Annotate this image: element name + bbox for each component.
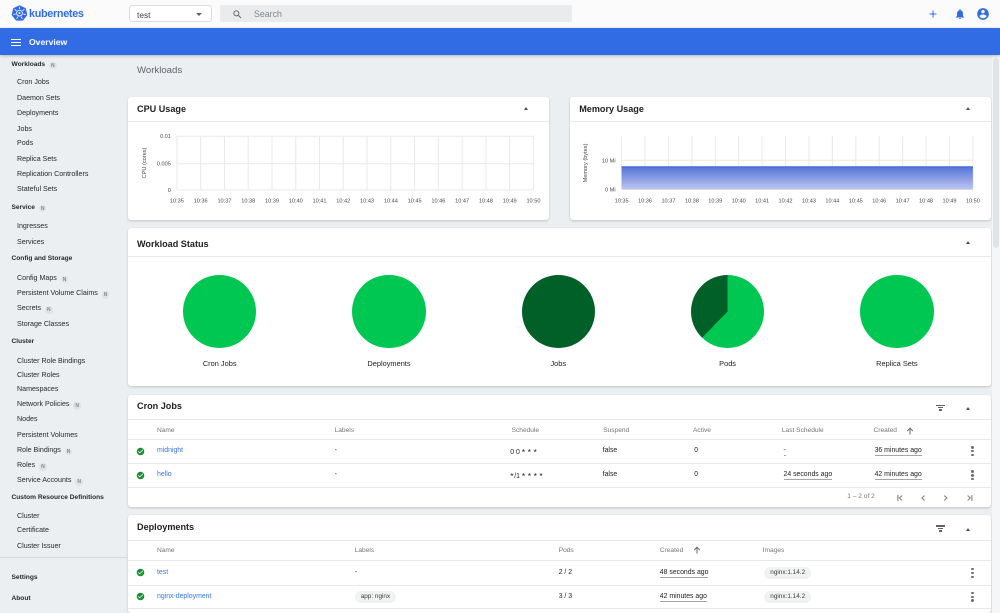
svg-text:10:50: 10:50 [966, 198, 980, 204]
svg-text:10:42: 10:42 [336, 198, 350, 204]
svg-text:10:47: 10:47 [895, 198, 909, 204]
svg-text:10:37: 10:37 [661, 198, 675, 204]
svg-text:10:38: 10:38 [685, 198, 699, 204]
svg-text:0.005: 0.005 [156, 161, 170, 167]
svg-text:Memory (bytes): Memory (bytes) [583, 143, 589, 182]
svg-text:10:50: 10:50 [526, 198, 540, 204]
svg-text:0.01: 0.01 [160, 134, 171, 140]
svg-text:10:35: 10:35 [614, 198, 628, 204]
svg-text:10:35: 10:35 [169, 198, 183, 204]
svg-text:10:43: 10:43 [360, 198, 374, 204]
svg-text:10:48: 10:48 [478, 198, 492, 204]
svg-text:0 Mi: 0 Mi [605, 187, 616, 193]
svg-text:CPU (cores): CPU (cores) [142, 147, 148, 178]
svg-text:10:48: 10:48 [919, 198, 933, 204]
svg-text:10:44: 10:44 [825, 198, 839, 204]
svg-text:10:39: 10:39 [264, 198, 278, 204]
svg-text:10:40: 10:40 [731, 198, 745, 204]
svg-text:10:44: 10:44 [383, 198, 397, 204]
svg-text:10:41: 10:41 [312, 198, 326, 204]
svg-text:10:37: 10:37 [217, 198, 231, 204]
svg-text:10:40: 10:40 [288, 198, 302, 204]
svg-text:10:49: 10:49 [942, 198, 956, 204]
svg-text:10:36: 10:36 [193, 198, 207, 204]
svg-text:10:36: 10:36 [638, 198, 652, 204]
svg-text:10:39: 10:39 [708, 198, 722, 204]
svg-text:10:46: 10:46 [431, 198, 445, 204]
svg-text:10:46: 10:46 [872, 198, 886, 204]
svg-text:10 Mi: 10 Mi [602, 158, 616, 164]
svg-text:10:45: 10:45 [848, 198, 862, 204]
svg-text:10:41: 10:41 [755, 198, 769, 204]
svg-text:10:45: 10:45 [407, 198, 421, 204]
svg-text:0: 0 [167, 187, 170, 193]
svg-text:10:38: 10:38 [241, 198, 255, 204]
svg-text:10:47: 10:47 [455, 198, 469, 204]
svg-text:10:49: 10:49 [502, 198, 516, 204]
svg-text:10:43: 10:43 [802, 198, 816, 204]
svg-text:10:42: 10:42 [778, 198, 792, 204]
